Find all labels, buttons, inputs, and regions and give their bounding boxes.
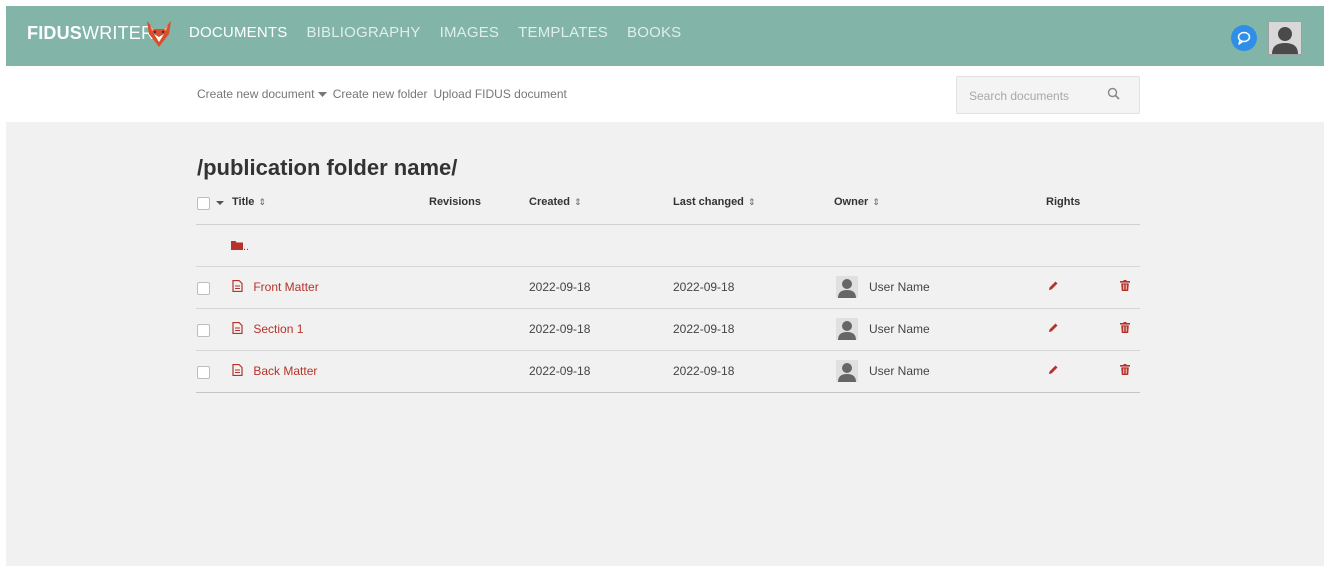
document-owner: User Name xyxy=(869,322,930,336)
table-row: Front Matter 2022-09-18 2022-09-18 User … xyxy=(196,267,1140,309)
edit-rights-button[interactable] xyxy=(1048,322,1059,336)
sort-icon: ⇕ xyxy=(747,197,756,207)
column-last-changed-label: Last changed xyxy=(673,196,744,208)
upload-fidus-document-button[interactable]: Upload FIDUS document xyxy=(433,87,566,101)
table-row: Section 1 2022-09-18 2022-09-18 User Nam… xyxy=(196,309,1140,351)
document-title: Back Matter xyxy=(253,364,318,378)
document-title: Section 1 xyxy=(253,322,304,336)
column-owner[interactable]: Owner ⇕ xyxy=(834,196,880,208)
column-title[interactable]: Title ⇕ xyxy=(232,196,266,208)
document-icon xyxy=(232,363,243,377)
document-created: 2022-09-18 xyxy=(529,364,591,378)
owner-avatar xyxy=(836,276,858,298)
user-avatar-icon xyxy=(838,321,856,340)
owner-avatar xyxy=(836,360,858,382)
create-new-folder-button[interactable]: Create new folder xyxy=(333,87,428,101)
document-last-changed: 2022-09-18 xyxy=(673,364,735,378)
column-rights: Rights xyxy=(1046,196,1081,208)
select-all-control[interactable] xyxy=(197,197,225,210)
column-revisions: Revisions xyxy=(429,196,481,208)
document-title: Front Matter xyxy=(253,280,319,294)
chat-button[interactable] xyxy=(1231,25,1257,51)
nav-books[interactable]: BOOKS xyxy=(627,24,681,41)
row-checkbox[interactable] xyxy=(197,366,210,380)
pencil-icon xyxy=(1049,323,1058,332)
search-icon[interactable] xyxy=(1107,87,1121,101)
document-created: 2022-09-18 xyxy=(529,322,591,336)
row-checkbox[interactable] xyxy=(197,324,210,338)
caret-down-icon[interactable] xyxy=(216,200,225,206)
table-header: Title ⇕ Revisions Created ⇕ Last changed ⇕ … xyxy=(196,188,1140,225)
edit-rights-button[interactable] xyxy=(1048,280,1059,294)
column-last-changed[interactable]: Last changed ⇕ xyxy=(673,196,755,208)
document-last-changed: 2022-09-18 xyxy=(673,322,735,336)
document-icon xyxy=(232,279,243,293)
document-created: 2022-09-18 xyxy=(529,280,591,294)
column-title-label: Title xyxy=(232,196,255,208)
column-owner-label: Owner xyxy=(834,196,869,208)
select-all-checkbox[interactable] xyxy=(197,197,210,210)
row-checkbox[interactable] xyxy=(197,282,210,296)
delete-button[interactable] xyxy=(1120,280,1130,294)
document-icon xyxy=(232,321,243,335)
nav-documents[interactable]: DOCUMENTS xyxy=(189,24,287,41)
user-avatar-icon xyxy=(1272,27,1298,54)
trash-icon xyxy=(1120,322,1130,333)
nav-bibliography[interactable]: BIBLIOGRAPHY xyxy=(306,24,420,41)
nav-images[interactable]: IMAGES xyxy=(440,24,500,41)
pencil-icon xyxy=(1049,365,1058,374)
document-link[interactable]: Section 1 xyxy=(232,321,304,336)
document-link[interactable]: Back Matter xyxy=(232,363,318,378)
sort-icon: ⇕ xyxy=(872,197,880,207)
parent-folder-row[interactable]: .. xyxy=(196,225,1140,267)
delete-button[interactable] xyxy=(1120,364,1130,378)
sort-icon: ⇕ xyxy=(573,197,582,207)
user-avatar-button[interactable] xyxy=(1268,21,1302,55)
trash-icon xyxy=(1120,364,1130,375)
nav-templates[interactable]: TEMPLATES xyxy=(518,24,608,41)
document-owner: User Name xyxy=(869,364,930,378)
trash-icon xyxy=(1120,280,1130,291)
owner-avatar xyxy=(836,318,858,340)
action-bar: Create new document Create new folder Up… xyxy=(6,66,1324,122)
create-new-document-button[interactable]: Create new document xyxy=(197,87,327,101)
edit-rights-button[interactable] xyxy=(1048,364,1059,378)
document-link[interactable]: Front Matter xyxy=(232,279,319,294)
column-created-label: Created xyxy=(529,196,570,208)
fidus-writer-logo[interactable]: FIDUSWRITER xyxy=(27,23,154,44)
main-nav: DOCUMENTS BIBLIOGRAPHY IMAGES TEMPLATES … xyxy=(189,24,700,41)
documents-table: Title ⇕ Revisions Created ⇕ Last changed ⇕ … xyxy=(196,188,1140,393)
app-window: FIDUSWRITER DOCUMENTS BIBLIOGRAPHY IMAGE… xyxy=(6,6,1324,566)
chat-bubble-icon xyxy=(1237,31,1251,45)
parent-folder-label: .. xyxy=(243,241,250,253)
table-row: Back Matter 2022-09-18 2022-09-18 User N… xyxy=(196,351,1140,393)
caret-down-icon xyxy=(317,92,327,97)
search-input[interactable] xyxy=(967,86,1101,106)
user-avatar-icon xyxy=(838,279,856,298)
top-navigation-bar: FIDUSWRITER DOCUMENTS BIBLIOGRAPHY IMAGE… xyxy=(6,6,1324,66)
delete-button[interactable] xyxy=(1120,322,1130,336)
search-box xyxy=(956,76,1140,114)
folder-icon xyxy=(231,241,243,250)
parent-folder-link[interactable]: .. xyxy=(231,239,249,253)
document-last-changed: 2022-09-18 xyxy=(673,280,735,294)
column-created[interactable]: Created ⇕ xyxy=(529,196,582,208)
fox-logo-icon xyxy=(147,21,171,47)
user-avatar-icon xyxy=(838,363,856,382)
pencil-icon xyxy=(1049,281,1058,290)
document-owner: User Name xyxy=(869,280,930,294)
sort-icon: ⇕ xyxy=(258,197,266,207)
create-new-document-label: Create new document xyxy=(197,87,315,101)
folder-path-title: /publication folder name/ xyxy=(197,155,458,180)
